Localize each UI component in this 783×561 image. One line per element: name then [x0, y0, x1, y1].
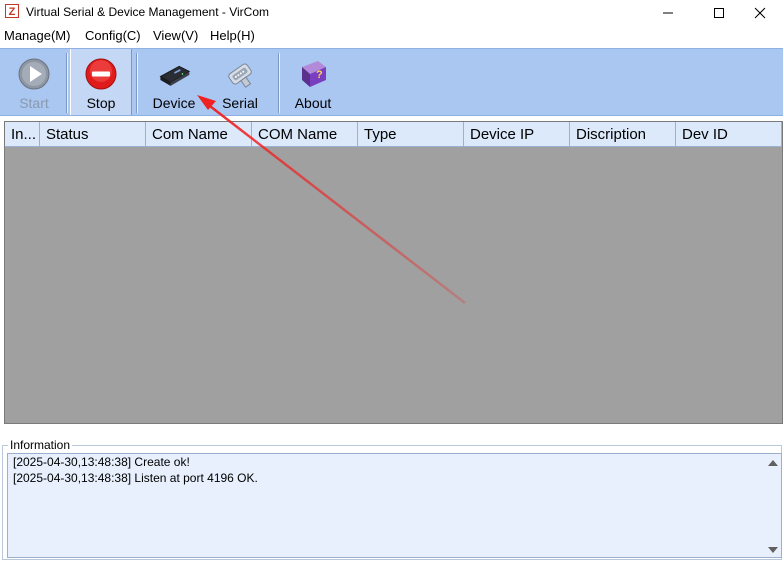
svg-text:?: ?	[316, 69, 323, 81]
stop-button[interactable]: Stop	[70, 49, 132, 115]
log-line: [2025-04-30,13:48:38] Listen at port 419…	[13, 471, 258, 485]
information-panel: Information [2025-04-30,13:48:38] Create…	[2, 438, 782, 560]
column-header-description[interactable]: Discription	[570, 122, 676, 147]
close-button[interactable]	[737, 0, 783, 25]
about-label: About	[294, 95, 332, 111]
toolbar-separator	[136, 53, 138, 113]
stop-icon	[84, 57, 118, 91]
toolbar: Start Stop Device Serial ? About	[0, 48, 783, 116]
maximize-icon	[714, 7, 724, 18]
scroll-up-arrow-icon[interactable]	[768, 460, 778, 466]
toolbar-separator	[278, 53, 280, 113]
play-icon	[17, 57, 51, 91]
column-header-com-name-2[interactable]: COM Name	[252, 122, 358, 147]
maximize-button[interactable]	[696, 0, 742, 25]
column-header-status[interactable]: Status	[40, 122, 146, 147]
information-label: Information	[8, 438, 73, 452]
scroll-down-arrow-icon[interactable]	[768, 547, 778, 553]
serial-port-icon	[223, 57, 257, 91]
start-button[interactable]: Start	[6, 49, 62, 115]
start-label: Start	[19, 95, 49, 111]
information-log[interactable]: [2025-04-30,13:48:38] Create ok! [2025-0…	[7, 453, 782, 558]
column-header-dev-id[interactable]: Dev ID	[676, 122, 782, 147]
serial-label: Serial	[222, 95, 258, 111]
minimize-button[interactable]	[645, 0, 691, 25]
column-header-com-name[interactable]: Com Name	[146, 122, 252, 147]
about-button[interactable]: ? About	[288, 49, 338, 115]
device-label: Device	[152, 95, 196, 111]
column-header-type[interactable]: Type	[358, 122, 464, 147]
device-table[interactable]: In... Status Com Name COM Name Type Devi…	[4, 121, 783, 424]
column-header-device-ip[interactable]: Device IP	[464, 122, 570, 147]
toolbar-separator	[66, 53, 68, 113]
menu-config[interactable]: Config(C)	[85, 28, 141, 43]
log-scrollbar[interactable]	[764, 454, 781, 557]
device-server-icon	[157, 57, 191, 91]
menu-manage[interactable]: Manage(M)	[4, 28, 70, 43]
close-icon	[754, 7, 766, 18]
title-bar: Z Virtual Serial & Device Management - V…	[0, 0, 783, 25]
app-icon: Z	[5, 4, 19, 18]
menu-view[interactable]: View(V)	[153, 28, 198, 43]
serial-button[interactable]: Serial	[214, 49, 266, 115]
minimize-icon	[663, 12, 673, 13]
window-title: Virtual Serial & Device Management - Vir…	[26, 5, 269, 19]
column-header-index[interactable]: In...	[5, 122, 40, 147]
stop-label: Stop	[86, 95, 116, 111]
device-button[interactable]: Device	[146, 49, 202, 115]
help-book-icon: ?	[296, 57, 330, 91]
log-line: [2025-04-30,13:48:38] Create ok!	[13, 455, 190, 469]
menu-help[interactable]: Help(H)	[210, 28, 255, 43]
menu-bar: Manage(M) Config(C) View(V) Help(H)	[0, 26, 783, 46]
table-header: In... Status Com Name COM Name Type Devi…	[5, 122, 782, 147]
